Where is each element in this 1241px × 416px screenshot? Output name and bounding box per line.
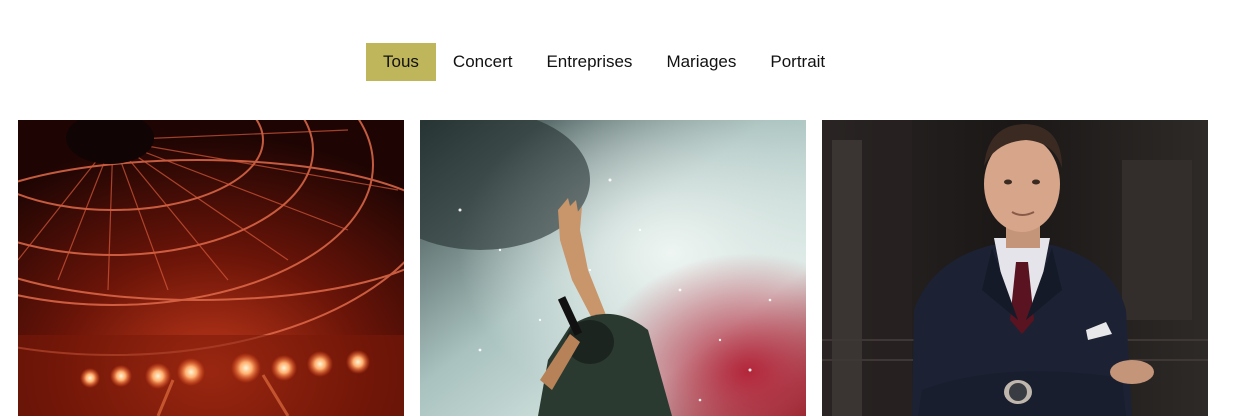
- filter-entreprises-button[interactable]: Entreprises: [529, 43, 649, 81]
- concert-stage-image[interactable]: [18, 120, 404, 416]
- performer-smoke-image[interactable]: [420, 120, 806, 416]
- filter-portrait-button[interactable]: Portrait: [753, 43, 842, 81]
- filter-concert-button[interactable]: Concert: [436, 43, 530, 81]
- gallery-filter-bar: Tous Concert Entreprises Mariages Portra…: [366, 43, 842, 81]
- filter-tous-button[interactable]: Tous: [366, 43, 436, 81]
- filter-mariages-button[interactable]: Mariages: [649, 43, 753, 81]
- businessman-portrait-image[interactable]: [822, 120, 1208, 416]
- photo-gallery: [18, 120, 1208, 416]
